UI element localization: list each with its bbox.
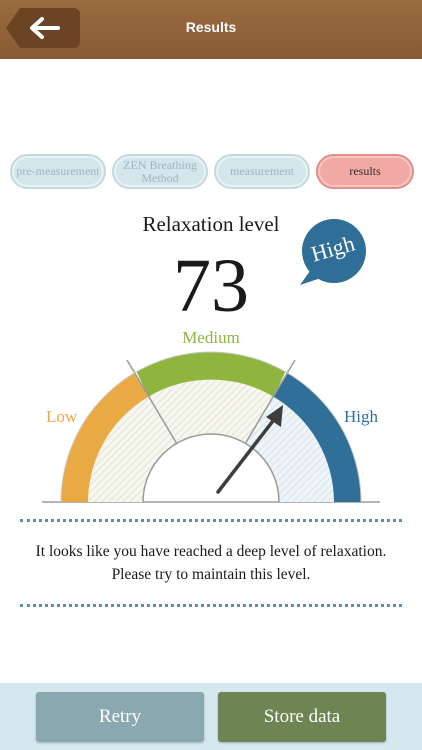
header-bar: Results	[0, 0, 422, 59]
result-message: It looks like you have reached a deep le…	[0, 540, 422, 586]
relaxation-gauge: Low Medium High	[42, 328, 380, 503]
gauge-label-low: Low	[46, 407, 78, 426]
step-zen-breathing: ZEN Breathing Method	[112, 154, 208, 189]
page-title: Results	[185, 19, 237, 35]
store-data-button[interactable]: Store data	[218, 692, 386, 742]
step-pre-measurement: pre-measurement	[10, 154, 106, 189]
retry-button[interactable]: Retry	[36, 692, 204, 742]
divider-top	[20, 519, 402, 522]
divider-bottom	[20, 604, 402, 607]
gauge-label-medium: Medium	[182, 328, 240, 347]
step-measurement: measurement	[214, 154, 310, 189]
message-line-2: Please try to maintain this level.	[111, 566, 311, 583]
message-line-1: It looks like you have reached a deep le…	[35, 543, 387, 560]
step-indicator: pre-measurement ZEN Breathing Method mea…	[10, 154, 414, 189]
step-results: results	[316, 154, 414, 189]
footer-bar: Retry Store data	[0, 683, 422, 750]
gauge-label-high: High	[344, 407, 379, 426]
